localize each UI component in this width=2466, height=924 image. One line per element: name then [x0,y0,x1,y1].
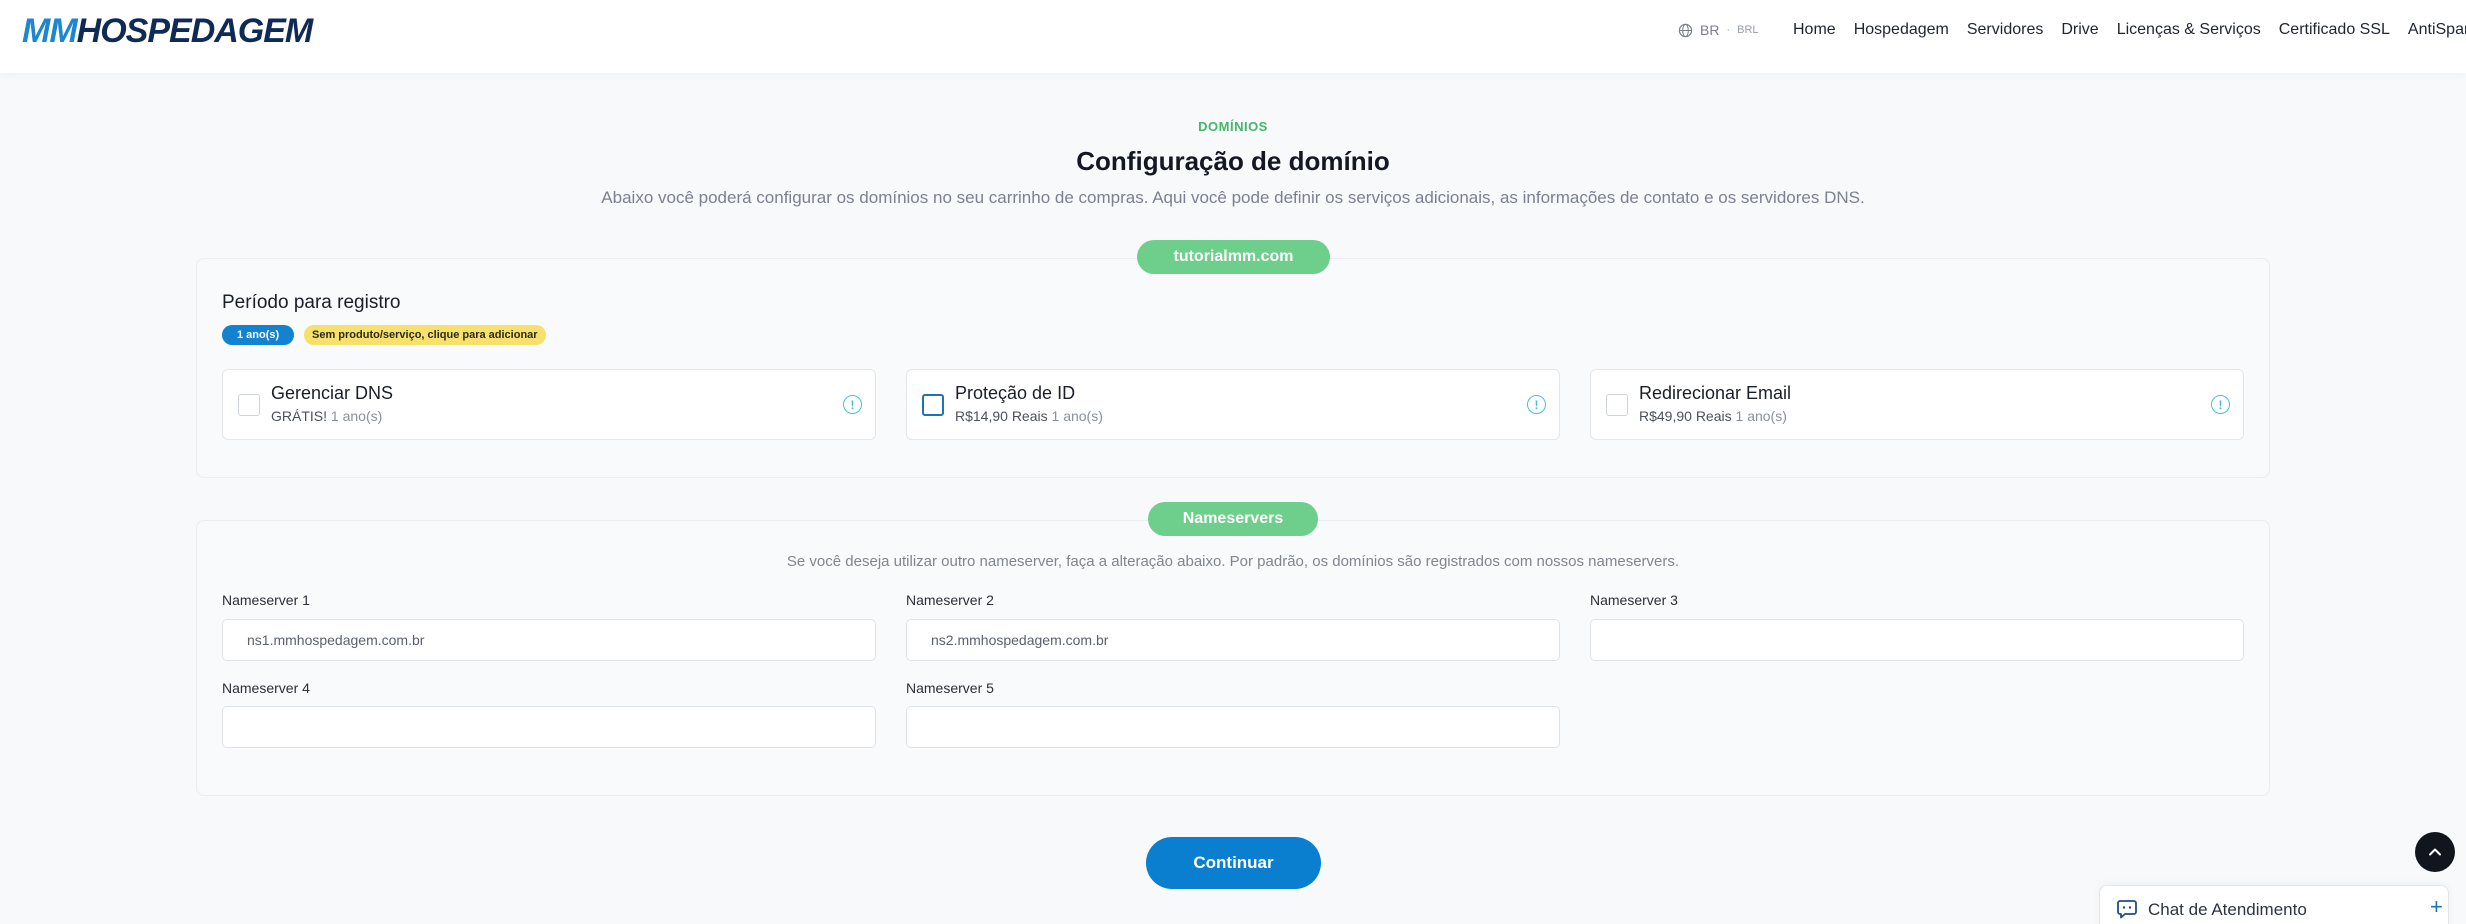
nav-antispam[interactable]: AntiSpam [2408,21,2466,39]
main-nav: Home Hospedagem Servidores Drive Licença… [1793,21,2466,39]
nameserver-5-label: Nameserver 5 [906,680,994,696]
page-eyebrow: DOMÍNIOS [1198,119,1268,134]
nameserver-1-label: Nameserver 1 [222,592,310,608]
period-badge[interactable]: 1 ano(s) [222,325,295,345]
addon-price-value: R$49,90 Reais [1639,408,1732,424]
addon-gerenciar-dns[interactable]: Gerenciar DNS GRÁTIS! 1 ano(s) ! [222,369,876,440]
addon-redirecionar-email[interactable]: Redirecionar Email R$49,90 Reais 1 ano(s… [1590,369,2244,440]
locale-label: BR [1700,22,1720,38]
addon-price-value: R$14,90 Reais [955,408,1048,424]
domain-config-panel [196,258,2270,478]
nameserver-2-label: Nameserver 2 [906,592,994,608]
chevron-up-icon [2429,848,2441,856]
addon-period: 1 ano(s) [330,408,383,424]
nameserver-3-input[interactable] [1590,619,2244,661]
addon-price: GRÁTIS! 1 ano(s) [271,408,382,424]
nav-hospedagem[interactable]: Hospedagem [1854,21,1949,39]
nav-home[interactable]: Home [1793,21,1836,39]
nav-drive[interactable]: Drive [2061,21,2098,39]
info-icon[interactable]: ! [2211,395,2230,414]
nameservers-description: Se você deseja utilizar outro nameserver… [786,553,1680,570]
nameserver-5-input[interactable] [906,706,1560,748]
addon-price: R$14,90 Reais 1 ano(s) [955,408,1103,424]
chat-label: Chat de Atendimento [2148,900,2307,919]
nav-licencas-servicos[interactable]: Licenças & Serviços [2117,21,2261,39]
nameserver-4-label: Nameserver 4 [222,680,310,696]
logo-mm: MM [22,12,78,50]
addon-name: Gerenciar DNS [271,383,394,403]
addon-checkbox[interactable] [1606,394,1628,416]
nameserver-1-input[interactable] [222,619,876,661]
nameserver-3-label: Nameserver 3 [1590,592,1678,608]
addon-period: 1 ano(s) [1735,408,1787,424]
currency-label: BRL [1737,24,1759,36]
page-subtitle: Abaixo você poderá configurar os domínio… [601,188,1865,207]
registration-period-title: Período para registro [222,292,401,313]
addon-name: Proteção de ID [955,383,1076,403]
nameserver-2-input[interactable] [906,619,1560,661]
continue-button[interactable]: Continuar [1146,837,1321,889]
nav-certificado-ssl[interactable]: Certificado SSL [2279,21,2390,39]
domain-name-pill: tutorialmm.com [1137,240,1330,274]
addon-name: Redirecionar Email [1639,383,1792,403]
addon-protecao-id[interactable]: Proteção de ID R$14,90 Reais 1 ano(s) ! [906,369,1560,440]
locale-separator: · [1726,24,1731,36]
no-product-badge[interactable]: Sem produto/serviço, clique para adicion… [304,325,546,345]
info-icon[interactable]: ! [843,395,862,414]
addon-period: 1 ano(s) [1051,408,1103,424]
chat-bubble-icon [2117,900,2137,919]
logo-hospedagem: HOSPEDAGEM [76,12,314,50]
addon-price: R$49,90 Reais 1 ano(s) [1639,408,1787,424]
nameservers-pill: Nameservers [1148,502,1318,536]
addon-checkbox[interactable] [238,394,260,416]
addon-checkbox[interactable] [922,394,944,416]
addon-price-value: GRÁTIS! [271,408,328,424]
page-title: Configuração de domínio [1076,146,1390,176]
locale-selector[interactable]: BR · BRL [1678,22,1759,38]
top-navigation-bar: MMHOSPEDAGEM BR · BRL Home Hospedagem Se… [0,0,2466,73]
globe-icon [1678,23,1693,37]
plus-icon[interactable]: + [2430,894,2443,920]
nameserver-4-input[interactable] [222,706,876,748]
info-icon[interactable]: ! [1527,395,1546,414]
chat-widget[interactable]: Chat de Atendimento + [2099,885,2449,924]
scroll-to-top-button[interactable] [2415,832,2455,872]
site-logo[interactable]: MMHOSPEDAGEM [22,12,314,51]
nav-servidores[interactable]: Servidores [1967,21,2043,39]
